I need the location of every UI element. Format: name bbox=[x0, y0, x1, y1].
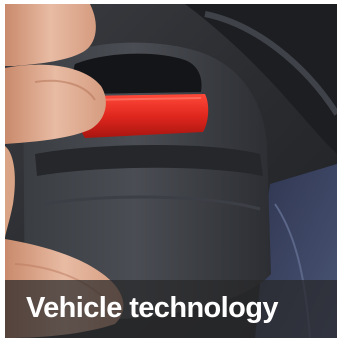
tile-caption: Vehicle technology bbox=[26, 292, 278, 324]
vehicle-technology-tile[interactable]: Vehicle technology bbox=[0, 0, 341, 342]
